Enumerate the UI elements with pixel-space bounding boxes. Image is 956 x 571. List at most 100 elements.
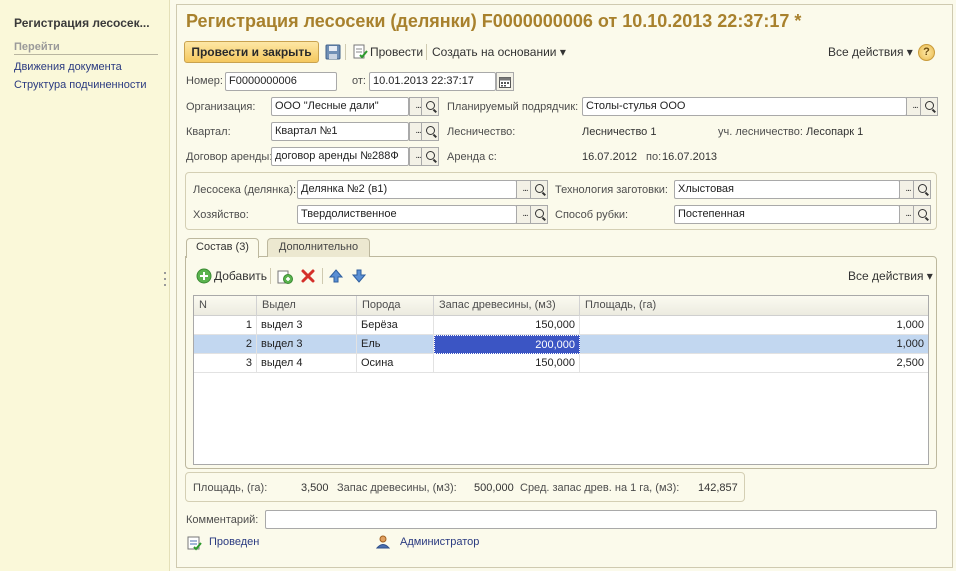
toolbar-separator bbox=[270, 268, 271, 284]
column-header-vydel[interactable]: Выдел bbox=[257, 296, 357, 316]
avg-stock-label: Сред. запас древ. на 1 га, (м3): bbox=[520, 482, 680, 494]
cell-n: 2 bbox=[194, 335, 257, 354]
contractor-search-icon[interactable] bbox=[920, 97, 938, 116]
cell-vydel: выдел 3 bbox=[257, 335, 357, 354]
table-header: N Выдел Порода Запас древесины, (м3) Пло… bbox=[194, 296, 928, 316]
lease-contract-label: Договор аренды: bbox=[186, 151, 273, 163]
harvest-technology-search-icon[interactable] bbox=[913, 180, 931, 199]
plot-label: Лесосека (делянка): bbox=[193, 184, 297, 196]
cell-area: 1,000 bbox=[896, 319, 924, 331]
move-up-icon[interactable] bbox=[328, 268, 344, 284]
tab-composition[interactable]: Состав (3) bbox=[186, 238, 259, 258]
cell-stock-active[interactable]: 200,000 bbox=[434, 335, 580, 354]
quarter-field[interactable]: Квартал №1 bbox=[271, 122, 409, 141]
table-row-selected[interactable]: 2 выдел 3 Ель 200,000 1,000 bbox=[194, 335, 928, 354]
cutting-method-search-icon[interactable] bbox=[913, 205, 931, 224]
cell-poroda: Ель bbox=[357, 335, 434, 354]
comment-field[interactable] bbox=[265, 510, 937, 529]
total-area-value: 3,500 bbox=[301, 482, 329, 494]
add-row-button[interactable]: Добавить bbox=[214, 269, 267, 283]
cutting-method-label: Способ рубки: bbox=[555, 209, 629, 221]
all-actions-menu[interactable]: Все действия ▾ bbox=[828, 45, 913, 59]
nav-header: Перейти bbox=[14, 41, 158, 55]
post-document-icon[interactable] bbox=[352, 44, 368, 60]
lease-from-label: Аренда с: bbox=[447, 151, 497, 163]
panel-title: Регистрация лесосек... bbox=[14, 16, 150, 30]
column-header-area[interactable]: Площадь, (га) bbox=[580, 296, 928, 316]
cell-n: 3 bbox=[194, 354, 257, 373]
farm-label: Хозяйство: bbox=[193, 209, 249, 221]
contractor-label: Планируемый подрядчик: bbox=[447, 101, 579, 113]
posted-document-icon bbox=[186, 535, 202, 551]
copy-row-icon[interactable] bbox=[277, 268, 293, 284]
lease-contract-field[interactable]: договор аренды №288Ф bbox=[271, 147, 409, 166]
toolbar-separator bbox=[322, 268, 323, 284]
forestry-value: Лесничество 1 bbox=[582, 126, 657, 138]
lease-to-label: по: bbox=[646, 151, 662, 163]
user-icon bbox=[375, 535, 392, 551]
toolbar-separator bbox=[345, 44, 346, 60]
column-header-n[interactable]: N bbox=[194, 296, 257, 316]
post-button[interactable]: Провести bbox=[370, 45, 423, 59]
comment-label: Комментарий: bbox=[186, 514, 259, 526]
forestry-label: Лесничество: bbox=[447, 126, 516, 138]
panel-splitter-handle[interactable] bbox=[163, 268, 167, 298]
cell-vydel: выдел 3 bbox=[257, 316, 357, 335]
lease-to-value: 16.07.2013 bbox=[662, 151, 718, 163]
harvest-technology-field[interactable]: Хлыстовая bbox=[674, 180, 900, 199]
cell-vydel: выдел 4 bbox=[257, 354, 357, 373]
cell-n: 1 bbox=[194, 316, 257, 335]
contractor-field[interactable]: Столы-стулья ООО bbox=[582, 97, 907, 116]
organization-field[interactable]: ООО "Лесные дали" bbox=[271, 97, 409, 116]
lease-from-value: 16.07.2012 bbox=[582, 151, 638, 163]
cell-poroda: Берёза bbox=[357, 316, 434, 335]
lease-contract-search-icon[interactable] bbox=[421, 147, 439, 166]
cell-area: 1,000 bbox=[896, 338, 924, 350]
table-row[interactable]: 1 выдел 3 Берёза 150,000 1,000 bbox=[194, 316, 928, 335]
number-label: Номер: bbox=[186, 75, 223, 87]
plot-search-icon[interactable] bbox=[530, 180, 548, 199]
page-title: Регистрация лесосеки (делянки) F00000000… bbox=[186, 11, 802, 31]
district-forestry-value: Лесопарк 1 bbox=[806, 126, 864, 138]
district-forestry-label: уч. лесничество: bbox=[718, 126, 803, 138]
organization-search-icon[interactable] bbox=[421, 97, 439, 116]
composition-table[interactable]: N Выдел Порода Запас древесины, (м3) Пло… bbox=[193, 295, 929, 465]
create-based-on-menu[interactable]: Создать на основании ▾ bbox=[432, 45, 566, 59]
status-text: Проведен bbox=[209, 536, 260, 548]
plot-field[interactable]: Делянка №2 (в1) bbox=[297, 180, 517, 199]
calendar-icon[interactable] bbox=[496, 72, 514, 91]
avg-stock-value: 142,857 bbox=[698, 482, 738, 494]
cutting-method-field[interactable]: Постепенная bbox=[674, 205, 900, 224]
quarter-search-icon[interactable] bbox=[421, 122, 439, 141]
total-area-label: Площадь, (га): bbox=[193, 482, 268, 494]
total-stock-label: Запас древесины, (м3): bbox=[337, 482, 457, 494]
date-field[interactable]: 10.01.2013 22:37:17 bbox=[369, 72, 496, 91]
farm-search-icon[interactable] bbox=[530, 205, 548, 224]
nav-link-document-movements[interactable]: Движения документа bbox=[14, 61, 122, 73]
author-text: Администратор bbox=[400, 536, 480, 548]
date-label: от: bbox=[352, 75, 366, 87]
organization-label: Организация: bbox=[186, 101, 256, 113]
table-row[interactable]: 3 выдел 4 Осина 150,000 2,500 bbox=[194, 354, 928, 373]
move-down-icon[interactable] bbox=[351, 268, 367, 284]
quarter-label: Квартал: bbox=[186, 126, 231, 138]
delete-row-icon[interactable] bbox=[300, 268, 316, 284]
column-header-stock[interactable]: Запас древесины, (м3) bbox=[434, 296, 580, 316]
total-stock-value: 500,000 bbox=[474, 482, 514, 494]
save-icon[interactable] bbox=[325, 44, 341, 60]
help-icon[interactable]: ? bbox=[918, 44, 935, 61]
harvest-technology-label: Технология заготовки: bbox=[555, 184, 668, 196]
post-and-close-button[interactable]: Провести и закрыть bbox=[184, 41, 319, 63]
nav-link-subordination-structure[interactable]: Структура подчиненности bbox=[14, 79, 147, 91]
farm-field[interactable]: Твердолиственное bbox=[297, 205, 517, 224]
number-field[interactable]: F0000000006 bbox=[225, 72, 337, 91]
cell-stock: 150,000 bbox=[434, 354, 580, 373]
cell-area: 2,500 bbox=[896, 357, 924, 369]
add-icon[interactable] bbox=[196, 268, 212, 284]
column-header-poroda[interactable]: Порода bbox=[357, 296, 434, 316]
cell-stock: 150,000 bbox=[434, 316, 580, 335]
toolbar-separator bbox=[426, 44, 427, 60]
table-all-actions-menu[interactable]: Все действия ▾ bbox=[848, 269, 933, 283]
cell-poroda: Осина bbox=[357, 354, 434, 373]
tab-additional[interactable]: Дополнительно bbox=[267, 238, 370, 257]
